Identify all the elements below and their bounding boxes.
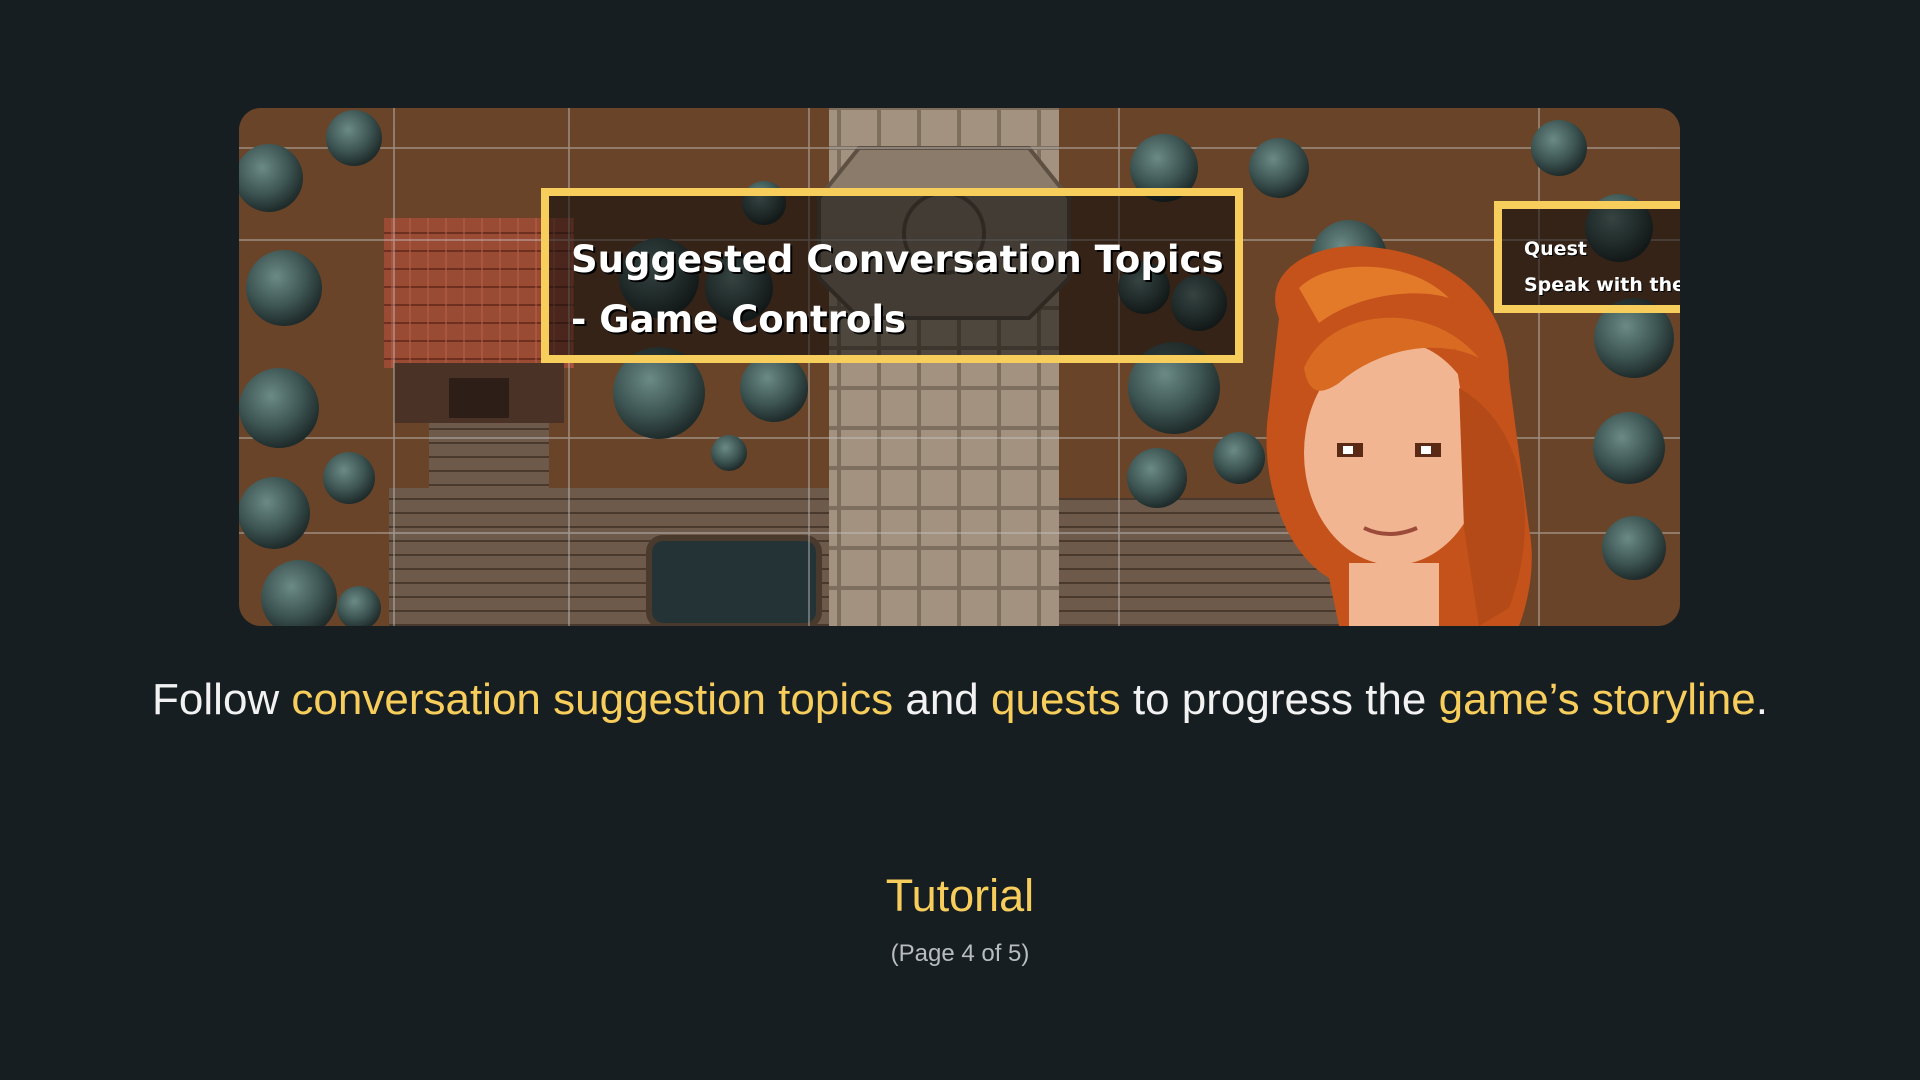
tutorial-title: Tutorial xyxy=(885,870,1035,921)
quest-title: Quest xyxy=(1524,238,1587,260)
caption-text-3: to progress the xyxy=(1120,675,1439,724)
quest-panel[interactable]: Quest Speak with the mysterious lady xyxy=(1494,201,1680,313)
suggested-topics-panel[interactable]: Suggested Conversation Topics - Game Con… xyxy=(541,188,1243,363)
topics-panel-title: Suggested Conversation Topics xyxy=(571,238,1224,281)
caption-text-2: and xyxy=(893,675,991,724)
caption-highlight-topics: conversation suggestion topics xyxy=(291,675,894,724)
tutorial-screen: Suggested Conversation Topics - Game Con… xyxy=(0,0,1920,1080)
page-indicator: (Page 4 of 5) xyxy=(890,940,1030,967)
game-map-illustration xyxy=(239,108,1680,626)
quest-task: Speak with the mysterious lady xyxy=(1524,274,1680,296)
game-screenshot: Suggested Conversation Topics - Game Con… xyxy=(239,108,1680,626)
caption-text-1: Follow xyxy=(152,675,292,724)
tutorial-caption: Follow conversation suggestion topics an… xyxy=(0,668,1920,732)
caption-highlight-quests: quests xyxy=(991,675,1121,724)
caption-text-4: . xyxy=(1755,675,1768,724)
caption-highlight-storyline: game’s storyline xyxy=(1438,675,1756,724)
topics-panel-item-game-controls[interactable]: - Game Controls xyxy=(571,290,1213,350)
